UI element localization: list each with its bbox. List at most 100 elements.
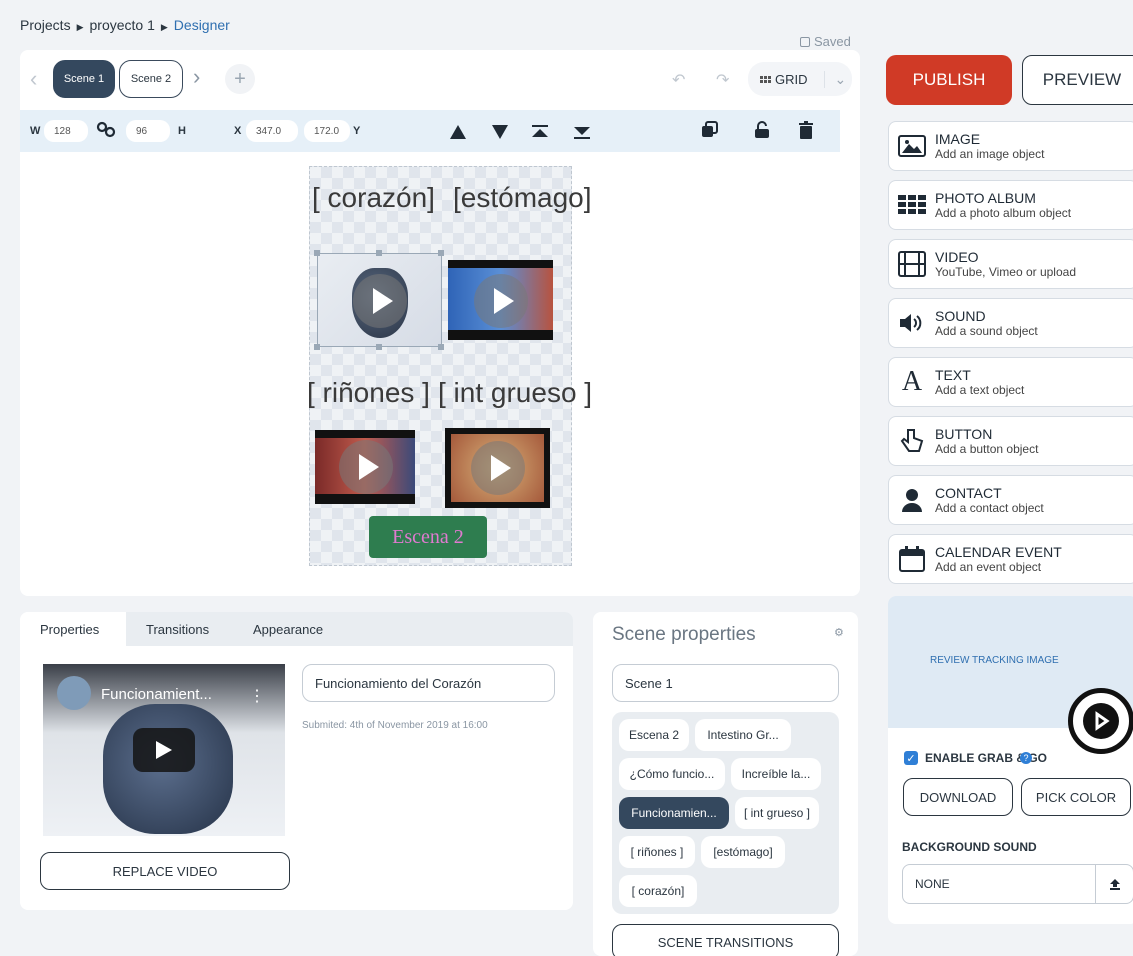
object-title: IMAGE: [935, 130, 981, 147]
send-to-back-icon[interactable]: [572, 122, 592, 142]
video-name-input[interactable]: Funcionamiento del Corazón: [302, 664, 555, 702]
breadcrumb-separator: ▶: [76, 22, 84, 32]
background-sound-select[interactable]: NONE: [902, 864, 1133, 904]
tab-properties[interactable]: Properties: [40, 622, 99, 637]
video-preview[interactable]: Funcionamient... ⋮: [43, 664, 285, 836]
youtube-play-icon[interactable]: [133, 728, 195, 772]
save-icon: [800, 36, 810, 47]
scene-transitions-button[interactable]: SCENE TRANSITIONS: [612, 924, 839, 956]
label-estomago[interactable]: [estómago]: [453, 182, 592, 214]
unlock-icon[interactable]: [752, 120, 772, 140]
scene-object-chip[interactable]: [estómago]: [701, 836, 785, 868]
image-icon: [889, 135, 935, 157]
grid-dropdown-icon[interactable]: ⌄: [823, 70, 846, 88]
help-icon[interactable]: ?: [1020, 752, 1032, 764]
undo-icon[interactable]: ↶: [672, 70, 685, 90]
tab-appearance[interactable]: Appearance: [253, 622, 323, 637]
calendar-icon: [889, 546, 935, 572]
add-image-object[interactable]: IMAGE Add an image object: [888, 121, 1133, 171]
scene-next-icon[interactable]: ›: [193, 64, 200, 90]
redo-icon[interactable]: ↷: [716, 70, 729, 90]
tracking-logo: [1068, 688, 1133, 754]
publish-button[interactable]: PUBLISH: [886, 55, 1012, 105]
scene-object-chip[interactable]: [ riñones ]: [619, 836, 695, 868]
grid-control[interactable]: GRID ⌄: [748, 62, 852, 96]
breadcrumb-projects[interactable]: Projects: [20, 17, 71, 33]
breadcrumb-current: Designer: [173, 17, 230, 33]
play-icon: [339, 440, 393, 494]
grab-go-checkbox[interactable]: ✓: [904, 751, 918, 765]
width-input[interactable]: 128: [44, 120, 88, 142]
link-icon[interactable]: [96, 121, 118, 144]
play-icon: [353, 274, 407, 328]
scene-object-chip[interactable]: Intestino Gr...: [695, 719, 791, 751]
video-thumb-rinones[interactable]: [315, 430, 415, 504]
height-label: H: [178, 125, 186, 137]
label-corazon[interactable]: [ corazón]: [312, 182, 435, 214]
scene-tab-2[interactable]: Scene 2: [119, 60, 183, 98]
add-calendar-event-object[interactable]: CALENDAR EVENT Add an event object: [888, 534, 1133, 584]
video-thumb-corazon[interactable]: [317, 253, 442, 347]
object-subtitle: Add a photo album object: [935, 205, 1072, 220]
upload-icon[interactable]: [1095, 865, 1133, 903]
object-subtitle: YouTube, Vimeo or upload: [935, 264, 1076, 279]
add-contact-object[interactable]: CONTACT Add a contact object: [888, 475, 1133, 525]
x-label: X: [234, 125, 242, 137]
tab-transitions[interactable]: Transitions: [146, 622, 209, 637]
scene-object-chip[interactable]: Escena 2: [619, 719, 689, 751]
label-int-grueso[interactable]: [ int grueso ]: [438, 377, 592, 409]
add-button-object[interactable]: BUTTON Add a button object: [888, 416, 1133, 466]
add-sound-object[interactable]: SOUND Add a sound object: [888, 298, 1133, 348]
grid-label: GRID: [775, 71, 808, 87]
scene-object-chip-selected[interactable]: Funcionamien...: [619, 797, 729, 829]
film-icon: [889, 251, 935, 277]
object-subtitle: Add a contact object: [935, 500, 1044, 515]
duplicate-icon[interactable]: [700, 120, 720, 140]
settings-icon[interactable]: ⚙: [834, 626, 844, 639]
scene-name-input[interactable]: Scene 1: [612, 664, 839, 702]
add-video-object[interactable]: VIDEO YouTube, Vimeo or upload: [888, 239, 1133, 289]
add-text-object[interactable]: A TEXT Add a text object: [888, 357, 1133, 407]
add-photo-album-object[interactable]: PHOTO ALBUM Add a photo album object: [888, 180, 1133, 230]
object-title: BUTTON: [935, 425, 993, 442]
scene-prev-icon[interactable]: ‹: [30, 66, 37, 92]
breadcrumb: Projects ▶ proyecto 1 ▶ Designer: [20, 17, 230, 33]
speaker-icon: [889, 312, 935, 334]
escena-2-button[interactable]: Escena 2: [369, 516, 487, 558]
y-input[interactable]: 172.0: [304, 120, 350, 142]
pick-color-button[interactable]: PICK COLOR: [1021, 778, 1131, 816]
album-icon: [889, 195, 935, 215]
y-label: Y: [353, 125, 361, 137]
bring-forward-icon[interactable]: [448, 122, 468, 142]
grid-icon: [760, 75, 771, 83]
pointer-icon: [889, 428, 935, 454]
preview-button[interactable]: PREVIEW: [1022, 55, 1133, 105]
object-title: CALENDAR EVENT: [935, 543, 1062, 560]
channel-avatar: [57, 676, 91, 710]
scene-object-chip[interactable]: Increíble la...: [731, 758, 821, 790]
scene-tab-1[interactable]: Scene 1: [53, 60, 115, 98]
review-tracking-link[interactable]: REVIEW TRACKING IMAGE: [930, 655, 1059, 666]
object-subtitle: Add an image object: [935, 146, 1045, 161]
download-button[interactable]: DOWNLOAD: [903, 778, 1013, 816]
replace-video-button[interactable]: REPLACE VIDEO: [40, 852, 290, 890]
play-icon: [471, 441, 525, 495]
scene-object-chip[interactable]: ¿Cómo funcio...: [619, 758, 725, 790]
delete-icon[interactable]: [796, 120, 816, 140]
background-sound-value: NONE: [915, 877, 950, 891]
x-input[interactable]: 347.0: [246, 120, 298, 142]
label-rinones[interactable]: [ riñones ]: [307, 377, 430, 409]
object-title: CONTACT: [935, 484, 1002, 501]
saved-status: Saved: [800, 34, 851, 49]
text-icon: A: [901, 366, 923, 397]
breadcrumb-project[interactable]: proyecto 1: [90, 17, 155, 33]
bring-to-front-icon[interactable]: [530, 122, 550, 142]
height-input[interactable]: 96: [126, 120, 170, 142]
scene-object-chip[interactable]: [ int grueso ]: [735, 797, 819, 829]
send-backward-icon[interactable]: [490, 122, 510, 142]
add-scene-button[interactable]: +: [225, 64, 255, 94]
video-thumb-estomago[interactable]: [448, 260, 553, 340]
video-thumb-int-grueso[interactable]: [445, 428, 550, 508]
more-icon[interactable]: ⋮: [249, 686, 265, 706]
scene-object-chip[interactable]: [ corazón]: [619, 875, 697, 907]
